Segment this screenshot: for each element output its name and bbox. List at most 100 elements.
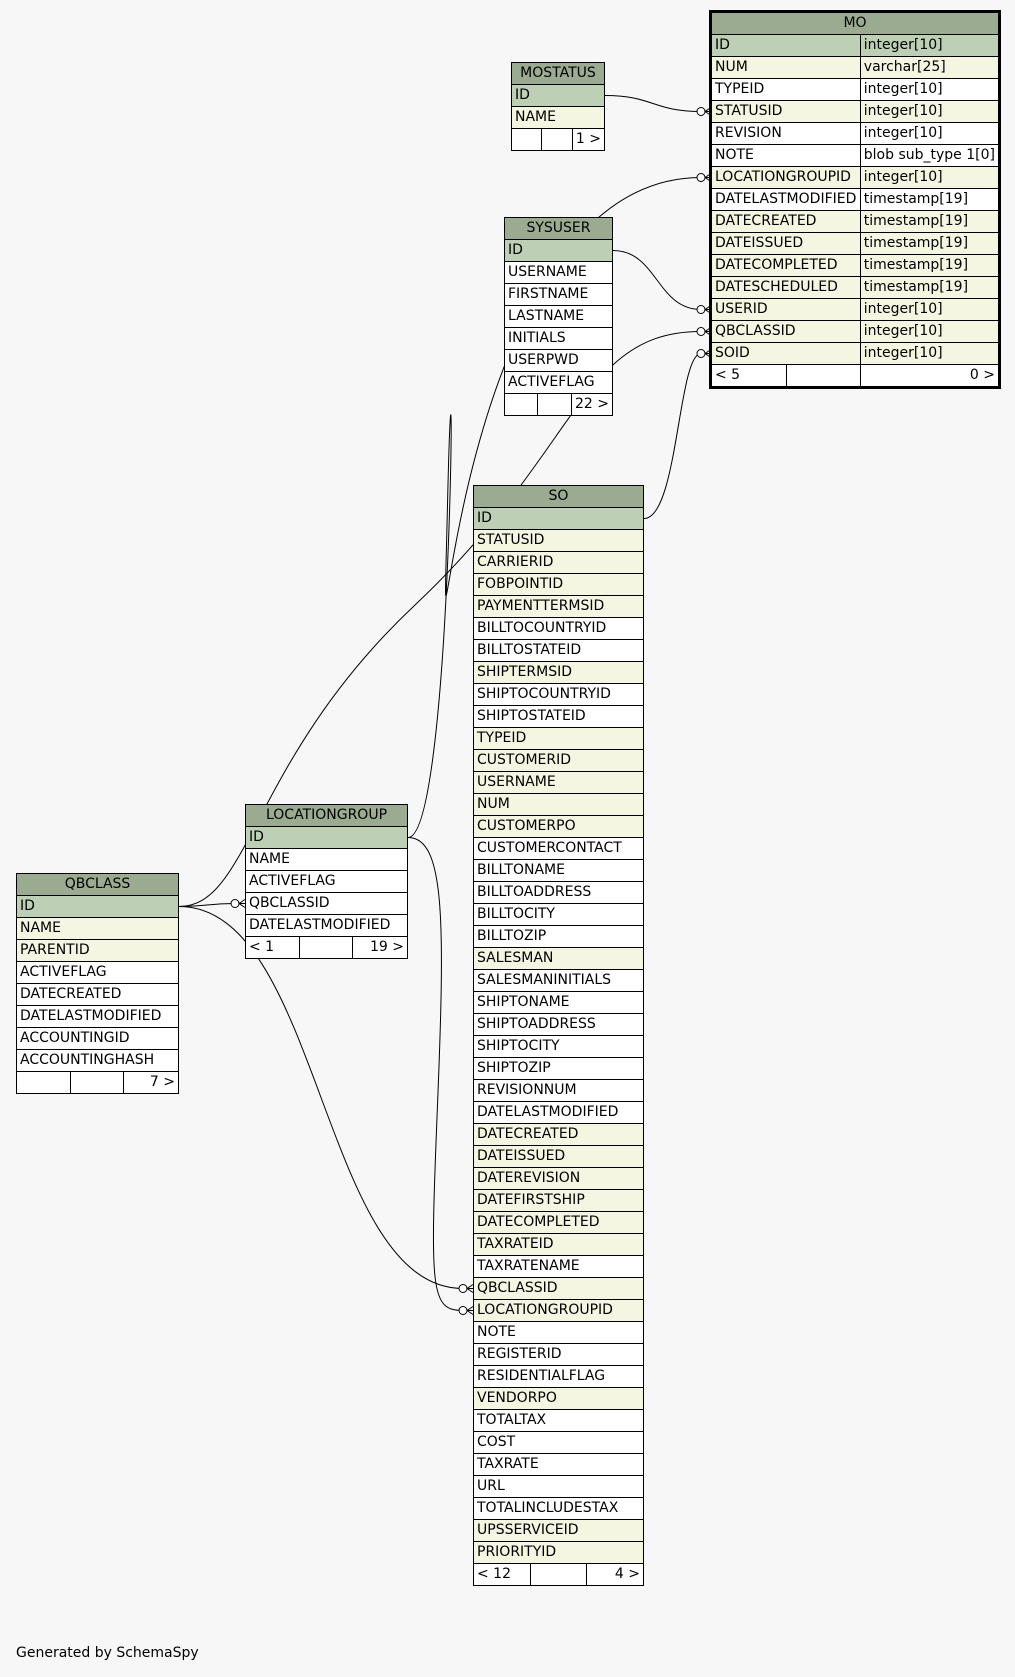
- column-row[interactable]: DATEFIRSTSHIP: [473, 1189, 644, 1212]
- column-row[interactable]: USERPWD: [504, 349, 613, 372]
- column-row[interactable]: FIRSTNAME: [504, 283, 613, 306]
- column-row[interactable]: BILLTOADDRESS: [473, 881, 644, 904]
- column-row[interactable]: QBCLASSID integer[10]: [711, 320, 1000, 343]
- column-row[interactable]: UPSSERVICEID: [473, 1519, 644, 1542]
- column-row[interactable]: SHIPTOADDRESS: [473, 1013, 644, 1036]
- column-row[interactable]: NUM varchar[25]: [711, 56, 1000, 79]
- column-row[interactable]: SHIPTONAME: [473, 991, 644, 1014]
- column-type: timestamp[19]: [859, 276, 1000, 299]
- column-row[interactable]: DATELASTMODIFIED: [245, 914, 408, 937]
- column-row[interactable]: ACTIVEFLAG: [504, 371, 613, 394]
- column-row[interactable]: QBCLASSID: [473, 1277, 644, 1300]
- column-row[interactable]: NOTE blob sub_type 1[0]: [711, 144, 1000, 167]
- column-row[interactable]: TYPEID integer[10]: [711, 78, 1000, 101]
- column-row[interactable]: TOTALTAX: [473, 1409, 644, 1432]
- column-row[interactable]: INITIALS: [504, 327, 613, 350]
- column-row[interactable]: ACCOUNTINGID: [16, 1027, 179, 1050]
- column-row[interactable]: CUSTOMERCONTACT: [473, 837, 644, 860]
- column-row[interactable]: LASTNAME: [504, 305, 613, 328]
- column-row[interactable]: NAME: [16, 917, 179, 940]
- column-row[interactable]: SOID integer[10]: [711, 342, 1000, 365]
- column-row[interactable]: DATECREATED timestamp[19]: [711, 210, 1000, 233]
- column-row[interactable]: REGISTERID: [473, 1343, 644, 1366]
- column-row[interactable]: VENDORPO: [473, 1387, 644, 1410]
- column-row[interactable]: CUSTOMERID: [473, 749, 644, 772]
- column-row[interactable]: NUM: [473, 793, 644, 816]
- column-row[interactable]: USERNAME: [504, 261, 613, 284]
- table-qbclass[interactable]: QBCLASS ID NAME PARENTID ACTIVEFLAG DATECREAT…: [16, 873, 179, 1094]
- column-row[interactable]: SHIPTOCITY: [473, 1035, 644, 1058]
- column-row[interactable]: TAXRATENAME: [473, 1255, 644, 1278]
- column-row[interactable]: PAYMENTTERMSID: [473, 595, 644, 618]
- column-row[interactable]: STATUSID: [473, 529, 644, 552]
- column-row[interactable]: RESIDENTIALFLAG: [473, 1365, 644, 1388]
- column-row[interactable]: DATEISSUED timestamp[19]: [711, 232, 1000, 255]
- column-row[interactable]: ACTIVEFLAG: [16, 961, 179, 984]
- column-name: TOTALTAX: [473, 1409, 644, 1432]
- table-so[interactable]: SO ID STATUSID CARRIERID FOBPOINTID PAYMENTTE…: [473, 485, 644, 1586]
- column-row[interactable]: ID integer[10]: [711, 34, 1000, 57]
- column-row[interactable]: SHIPTOSTATEID: [473, 705, 644, 728]
- column-row[interactable]: NAME: [245, 848, 408, 871]
- column-row[interactable]: BILLTOSTATEID: [473, 639, 644, 662]
- column-row[interactable]: PARENTID: [16, 939, 179, 962]
- column-row[interactable]: ID: [16, 895, 179, 918]
- column-row[interactable]: ACCOUNTINGHASH: [16, 1049, 179, 1072]
- column-row[interactable]: DATELASTMODIFIED: [16, 1005, 179, 1028]
- column-name: CARRIERID: [473, 551, 644, 574]
- column-row[interactable]: SHIPTOCOUNTRYID: [473, 683, 644, 706]
- column-row[interactable]: ID: [473, 507, 644, 530]
- column-row[interactable]: REVISION integer[10]: [711, 122, 1000, 145]
- column-row[interactable]: ID: [511, 84, 605, 107]
- column-row[interactable]: DATEREVISION: [473, 1167, 644, 1190]
- column-row[interactable]: CARRIERID: [473, 551, 644, 574]
- column-row[interactable]: SHIPTOZIP: [473, 1057, 644, 1080]
- column-row[interactable]: NAME: [511, 106, 605, 129]
- column-row[interactable]: STATUSID integer[10]: [711, 100, 1000, 123]
- column-row[interactable]: URL: [473, 1475, 644, 1498]
- column-row[interactable]: USERID integer[10]: [711, 298, 1000, 321]
- column-row[interactable]: ACTIVEFLAG: [245, 870, 408, 893]
- column-row[interactable]: NOTE: [473, 1321, 644, 1344]
- column-name: ID: [16, 895, 179, 918]
- column-row[interactable]: DATESCHEDULED timestamp[19]: [711, 276, 1000, 299]
- column-row[interactable]: ID: [245, 826, 408, 849]
- column-row[interactable]: BILLTOCITY: [473, 903, 644, 926]
- relationship-edge: [612, 250, 702, 310]
- column-type: blob sub_type 1[0]: [859, 144, 1000, 167]
- column-row[interactable]: BILLTOCOUNTRYID: [473, 617, 644, 640]
- column-row[interactable]: REVISIONNUM: [473, 1079, 644, 1102]
- column-row[interactable]: DATELASTMODIFIED timestamp[19]: [711, 188, 1000, 211]
- column-row[interactable]: DATELASTMODIFIED: [473, 1101, 644, 1124]
- column-row[interactable]: DATECREATED: [16, 983, 179, 1006]
- column-row[interactable]: PRIORITYID: [473, 1541, 644, 1564]
- column-row[interactable]: DATECOMPLETED timestamp[19]: [711, 254, 1000, 277]
- table-mo[interactable]: MO ID integer[10] NUM varchar[25] TYPEID integ…: [709, 10, 1001, 389]
- column-row[interactable]: SALESMANINITIALS: [473, 969, 644, 992]
- column-name: NOTE: [711, 144, 861, 167]
- table-sysuser[interactable]: SYSUSER ID USERNAME FIRSTNAME LASTNAME INITIA…: [503, 217, 614, 416]
- column-row[interactable]: LOCATIONGROUPID integer[10]: [711, 166, 1000, 189]
- column-row[interactable]: TYPEID: [473, 727, 644, 750]
- column-row[interactable]: SALESMAN: [473, 947, 644, 970]
- column-row[interactable]: FOBPOINTID: [473, 573, 644, 596]
- table-locationgroup[interactable]: LOCATIONGROUP ID NAME ACTIVEFLAG QBCLASSID DA…: [245, 804, 408, 959]
- column-row[interactable]: ID: [504, 239, 613, 262]
- column-row[interactable]: DATECOMPLETED: [473, 1211, 644, 1234]
- column-row[interactable]: USERNAME: [473, 771, 644, 794]
- column-row[interactable]: SHIPTERMSID: [473, 661, 644, 684]
- column-row[interactable]: TAXRATEID: [473, 1233, 644, 1256]
- column-row[interactable]: CUSTOMERPO: [473, 815, 644, 838]
- column-name: CUSTOMERPO: [473, 815, 644, 838]
- column-row[interactable]: BILLTONAME: [473, 859, 644, 882]
- column-row[interactable]: COST: [473, 1431, 644, 1454]
- table-mostatus[interactable]: MOSTATUS ID NAME 1 >: [510, 62, 606, 151]
- column-row[interactable]: TAXRATE: [473, 1453, 644, 1476]
- column-row[interactable]: DATECREATED: [473, 1123, 644, 1146]
- column-row[interactable]: TOTALINCLUDESTAX: [473, 1497, 644, 1520]
- column-row[interactable]: BILLTOZIP: [473, 925, 644, 948]
- column-row[interactable]: LOCATIONGROUPID: [473, 1299, 644, 1322]
- column-row[interactable]: DATEISSUED: [473, 1145, 644, 1168]
- column-name: TAXRATEID: [473, 1233, 644, 1256]
- column-row[interactable]: QBCLASSID: [245, 892, 408, 915]
